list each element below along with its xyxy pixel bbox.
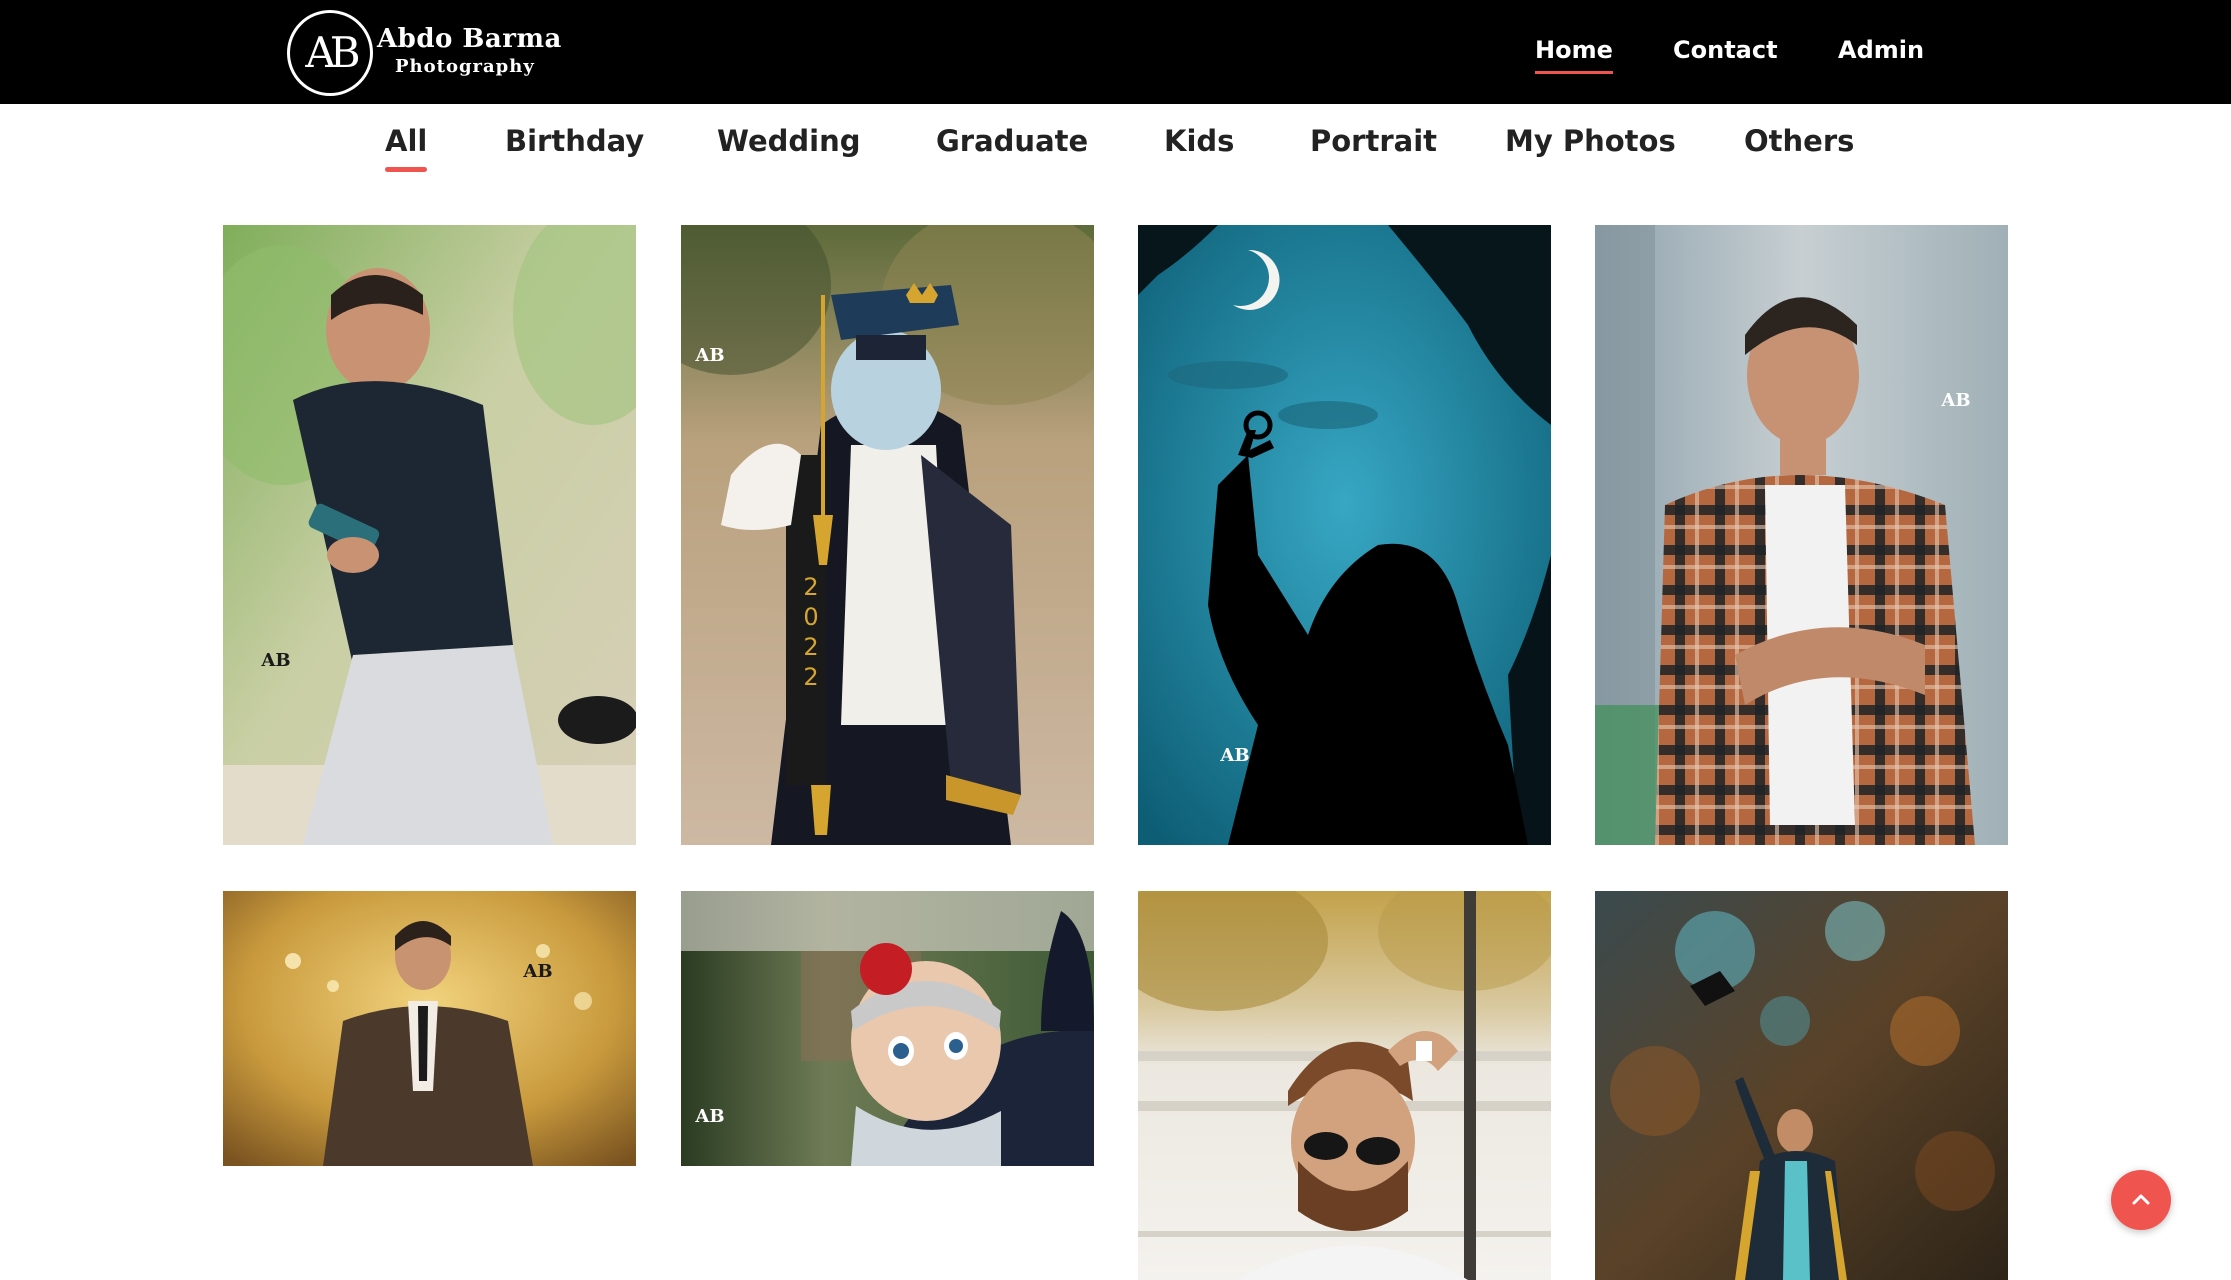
svg-text:AB: AB — [523, 961, 553, 982]
gallery-photo-7[interactable] — [1138, 891, 1551, 1280]
svg-text:2: 2 — [803, 663, 818, 691]
back-to-top-button[interactable] — [2111, 1170, 2171, 1230]
watermark-logo-icon: AB — [695, 335, 725, 375]
logo-tagline: Photography — [395, 56, 535, 77]
gallery-photo-3[interactable]: AB — [1138, 225, 1551, 845]
photo-graduate-back-view: 2 0 2 2 — [681, 225, 1094, 845]
brand-logo[interactable]: AB Abdo Barma Photography — [287, 10, 587, 96]
watermark-logo-icon: AB — [695, 1096, 725, 1136]
photo-man-with-sunglasses — [1138, 891, 1551, 1280]
watermark-logo-icon: AB — [1941, 380, 1971, 420]
logo-name: Abdo Barma — [377, 24, 562, 54]
nav-admin-link[interactable]: Admin — [1838, 36, 1924, 64]
filter-tab-portrait[interactable]: Portrait — [1310, 124, 1437, 158]
filter-tab-graduate[interactable]: Graduate — [936, 124, 1088, 158]
svg-text:AB: AB — [261, 650, 291, 671]
gallery-photo-8[interactable] — [1595, 891, 2008, 1280]
nav-home-link[interactable]: Home — [1535, 36, 1613, 74]
filter-tab-kids[interactable]: Kids — [1164, 124, 1234, 158]
photo-man-with-phone — [223, 225, 636, 845]
gallery-photo-2[interactable]: 2 0 2 2 AB — [681, 225, 1094, 845]
filter-tab-birthday[interactable]: Birthday — [505, 124, 644, 158]
svg-text:2: 2 — [803, 573, 818, 601]
chevron-up-icon — [2132, 1194, 2150, 1205]
filter-tab-all[interactable]: All — [385, 124, 428, 172]
filter-tab-wedding[interactable]: Wedding — [717, 124, 861, 158]
photo-baby-with-headband — [681, 891, 1094, 1166]
gallery-photo-1[interactable]: AB — [223, 225, 636, 845]
svg-text:AB: AB — [1941, 390, 1971, 411]
svg-text:AB: AB — [695, 345, 725, 366]
svg-text:2: 2 — [803, 633, 818, 661]
filter-tab-my-photos[interactable]: My Photos — [1505, 124, 1676, 158]
watermark-logo-icon: AB — [523, 951, 553, 991]
gallery-photo-5[interactable]: AB — [223, 891, 636, 1166]
top-navigation-bar: AB Abdo Barma Photography Home Contact A… — [0, 0, 2231, 104]
logo-monogram: AB — [305, 28, 360, 77]
photo-man-in-suit — [223, 891, 636, 1166]
photo-silhouette-with-key — [1138, 225, 1551, 845]
watermark-logo-icon: AB — [261, 640, 291, 680]
filter-tab-others[interactable]: Others — [1744, 124, 1854, 158]
gallery-photo-6[interactable]: AB — [681, 891, 1094, 1166]
svg-text:AB: AB — [1220, 745, 1250, 766]
photo-man-plaid-shirt — [1595, 225, 2008, 845]
gallery-photo-4[interactable]: AB — [1595, 225, 2008, 845]
nav-contact-link[interactable]: Contact — [1673, 36, 1778, 64]
svg-text:0: 0 — [803, 603, 818, 631]
svg-text:AB: AB — [695, 1106, 725, 1127]
watermark-logo-icon: AB — [1220, 735, 1250, 775]
photo-graduate-tossing-cap — [1595, 891, 2008, 1280]
